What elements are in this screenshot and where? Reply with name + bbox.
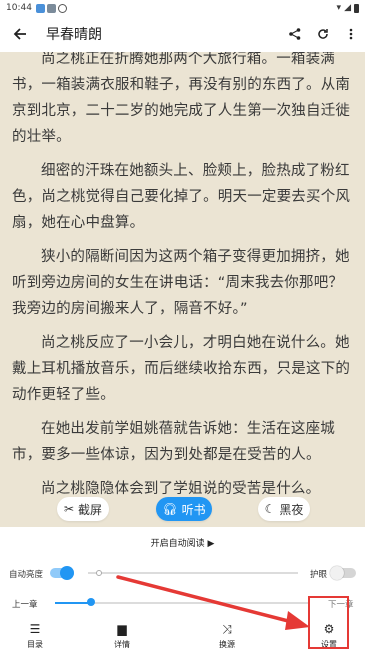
- eye-care-label: 护眼: [310, 570, 328, 580]
- auto-read-button[interactable]: 开启自动阅读 ▶: [0, 536, 365, 549]
- night-mode-button[interactable]: ☾ 黑夜: [258, 497, 310, 521]
- share-icon: [289, 28, 301, 40]
- status-time: 10:44: [6, 3, 32, 13]
- notification-icon: [35, 3, 45, 13]
- listen-label: 听书: [181, 502, 206, 517]
- toggle-knob: [60, 566, 74, 580]
- nav-catalog[interactable]: ☰ 目录: [10, 622, 60, 650]
- nav-change-source[interactable]: ⤨ 换源: [202, 622, 252, 650]
- book-title: 早春晴朗: [46, 27, 102, 43]
- back-button[interactable]: [0, 16, 40, 52]
- paragraph: 尚之桃正在折腾她那两个大旅行箱。一箱装满书，一箱装满衣服和鞋子，再没有别的东西了…: [12, 52, 351, 145]
- night-label: 黑夜: [279, 502, 304, 517]
- status-bar: 10:44 ▾ ◢: [0, 0, 365, 16]
- auto-brightness-label: 自动亮度: [9, 570, 44, 580]
- arrow-left-icon: [13, 28, 26, 40]
- nav-label: 换源: [219, 640, 235, 649]
- app-bar: 早春晴朗: [0, 16, 365, 52]
- shuffle-icon: ⤨: [222, 622, 232, 636]
- notification-icon: [57, 3, 67, 13]
- chapter-progress-fill: [55, 602, 91, 604]
- more-vert-icon: [349, 28, 353, 40]
- comment-icon: ▆: [117, 622, 127, 636]
- listen-button[interactable]: 🎧︎ 听书: [156, 497, 212, 521]
- annotation-highlight-box: [308, 596, 349, 649]
- toggle-knob: [330, 566, 344, 580]
- scissors-icon: ✂: [63, 502, 75, 516]
- auto-brightness-toggle[interactable]: [50, 566, 74, 580]
- reading-content[interactable]: 尚之桃正在折腾她那两个大旅行箱。一箱装满书，一箱装满衣服和鞋子，再没有别的东西了…: [0, 52, 365, 527]
- signal-icon: ◢: [344, 3, 351, 13]
- nav-label: 目录: [27, 640, 43, 649]
- nav-details[interactable]: ▆ 详情: [97, 622, 147, 650]
- chapter-progress-handle[interactable]: [86, 598, 95, 606]
- battery-icon: [354, 3, 359, 13]
- paragraph: 狭小的隔断间因为这两个箱子变得更加拥挤，她听到旁边房间的女生在讲电话：“周末我去…: [12, 249, 350, 317]
- moon-icon: ☾: [264, 502, 276, 516]
- screenshot-label: 截屏: [78, 502, 103, 517]
- more-button[interactable]: [337, 16, 365, 52]
- paragraph: 尚之桃反应了一小会儿，才明白她在说什么。她戴上耳机播放音乐，而后继续收拾东西，只…: [12, 335, 351, 403]
- paragraph: 在她出发前学姐姚蓓就告诉她：生活在这座城市，要多一些体谅，因为到处都是在受苦的人…: [12, 421, 335, 463]
- list-icon: ☰: [29, 622, 41, 636]
- eye-care-toggle[interactable]: [330, 566, 356, 580]
- headphones-icon: 🎧︎: [162, 502, 178, 516]
- brightness-slider-track[interactable]: [88, 572, 298, 574]
- prev-chapter-button[interactable]: 上一章: [12, 598, 38, 610]
- refresh-button[interactable]: [309, 16, 337, 52]
- brightness-slider-handle[interactable]: [95, 570, 102, 576]
- wifi-icon: ▾: [336, 3, 342, 13]
- paragraph: 细密的汗珠在她额头上、脸颊上，脸热成了粉红色，尚之桃觉得自己要化掉了。明天一定要…: [12, 163, 351, 231]
- screenshot-button[interactable]: ✂ 截屏: [57, 497, 109, 521]
- refresh-icon: [318, 29, 328, 39]
- share-button[interactable]: [281, 16, 309, 52]
- notification-icon: [46, 3, 56, 13]
- nav-label: 详情: [114, 640, 130, 649]
